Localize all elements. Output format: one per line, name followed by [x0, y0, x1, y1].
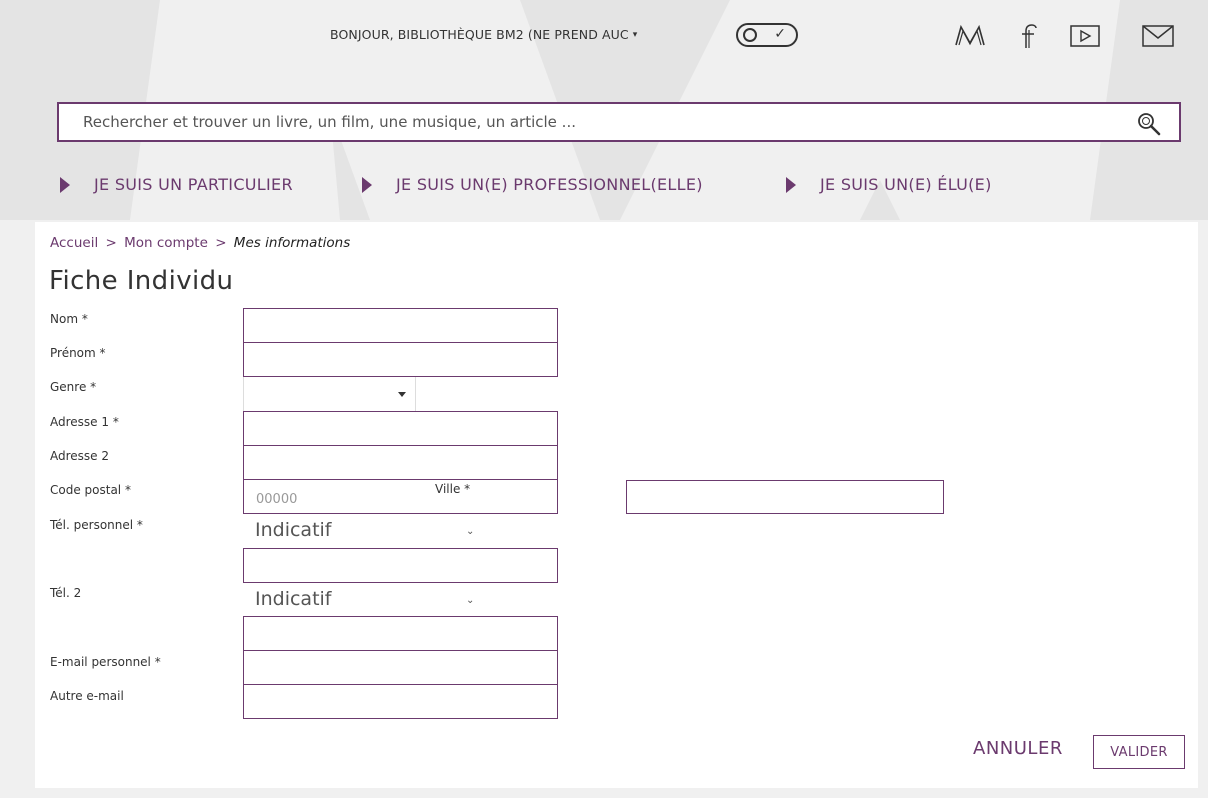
- tel-personnel-indicatif-select[interactable]: Indicatif: [255, 519, 332, 541]
- medium-m-icon[interactable]: [952, 22, 988, 50]
- tel-personnel-label: Tél. personnel *: [50, 518, 143, 532]
- adresse1-label: Adresse 1 *: [50, 415, 119, 429]
- nom-field-box: [243, 308, 558, 343]
- prenom-field-box: [243, 342, 558, 377]
- search-input[interactable]: [83, 111, 1083, 133]
- validate-button[interactable]: VALIDER: [1093, 735, 1185, 769]
- email-personnel-field-box: [243, 650, 558, 685]
- prenom-input[interactable]: [244, 343, 557, 376]
- chevron-down-icon: ⌄: [466, 595, 475, 606]
- code-postal-label: Code postal *: [50, 483, 131, 497]
- nav-item-elu[interactable]: JE SUIS UN(E) ÉLU(E): [786, 175, 992, 194]
- breadcrumb-current: Mes informations: [233, 235, 351, 251]
- adresse2-label: Adresse 2: [50, 449, 110, 463]
- search-icon[interactable]: [1135, 110, 1163, 138]
- breadcrumb-separator: >: [105, 235, 117, 251]
- tel2-label: Tél. 2: [50, 586, 82, 600]
- email-personnel-input[interactable]: [244, 651, 557, 684]
- autre-email-field-box: [243, 684, 558, 719]
- user-greeting-menu[interactable]: BONJOUR, BIBLIOTHÈQUE BM2 (NE PREND AUC …: [330, 27, 637, 42]
- triangle-right-icon: [60, 176, 70, 193]
- genre-select[interactable]: [243, 377, 416, 411]
- nom-input[interactable]: [244, 309, 557, 342]
- caret-down-icon: [398, 392, 406, 397]
- tel-personnel-field-box: [243, 548, 558, 583]
- breadcrumb-separator: >: [215, 235, 227, 251]
- breadcrumb-account[interactable]: Mon compte: [124, 235, 208, 251]
- breadcrumb: Accueil > Mon compte > Mes informations: [50, 235, 350, 251]
- tel2-field-box: [243, 616, 558, 651]
- breadcrumb-home[interactable]: Accueil: [50, 235, 98, 251]
- adresse1-field-box: [243, 411, 558, 446]
- cancel-button[interactable]: ANNULER: [973, 738, 1063, 759]
- user-greeting-text: BONJOUR, BIBLIOTHÈQUE BM2 (NE PREND AUC: [330, 27, 629, 42]
- autre-email-input[interactable]: [244, 685, 557, 718]
- content-card: [35, 222, 1198, 788]
- nav-item-label: JE SUIS UN(E) ÉLU(E): [820, 175, 992, 194]
- chevron-down-icon: ⌄: [466, 526, 475, 537]
- adresse1-input[interactable]: [244, 412, 557, 445]
- search-bar: [57, 102, 1181, 142]
- adresse2-input[interactable]: [244, 446, 557, 479]
- email-personnel-label: E-mail personnel *: [50, 655, 161, 669]
- page-title: Fiche Individu: [49, 266, 234, 296]
- caret-down-icon: ▾: [632, 29, 638, 40]
- nav-item-label: JE SUIS UN PARTICULIER: [94, 175, 293, 194]
- ville-field-box: [626, 480, 944, 514]
- nav-item-particulier[interactable]: JE SUIS UN PARTICULIER: [60, 175, 293, 194]
- mail-icon[interactable]: [1140, 22, 1176, 50]
- check-icon: ✓: [774, 26, 786, 42]
- tel-personnel-input[interactable]: [244, 549, 557, 582]
- nav-item-professionnel[interactable]: JE SUIS UN(E) PROFESSIONNEL(ELLE): [362, 175, 703, 194]
- tel2-input[interactable]: [244, 617, 557, 650]
- ville-label: Ville *: [435, 482, 471, 496]
- tel2-indicatif-select[interactable]: Indicatif: [255, 588, 332, 610]
- autre-email-label: Autre e-mail: [50, 689, 124, 703]
- triangle-right-icon: [786, 176, 796, 193]
- code-postal-field-box: [243, 479, 558, 514]
- genre-label: Genre *: [50, 380, 97, 394]
- adresse2-field-box: [243, 445, 558, 480]
- youtube-play-icon[interactable]: [1068, 22, 1102, 50]
- triangle-right-icon: [362, 176, 372, 193]
- ville-input[interactable]: [627, 481, 943, 513]
- nom-label: Nom *: [50, 312, 88, 326]
- accessibility-toggle[interactable]: ✓: [736, 23, 798, 47]
- nav-item-label: JE SUIS UN(E) PROFESSIONNEL(ELLE): [396, 175, 703, 194]
- facebook-icon[interactable]: [1016, 22, 1042, 50]
- toggle-knob: [743, 28, 757, 42]
- code-postal-input[interactable]: [244, 480, 557, 513]
- prenom-label: Prénom *: [50, 346, 106, 360]
